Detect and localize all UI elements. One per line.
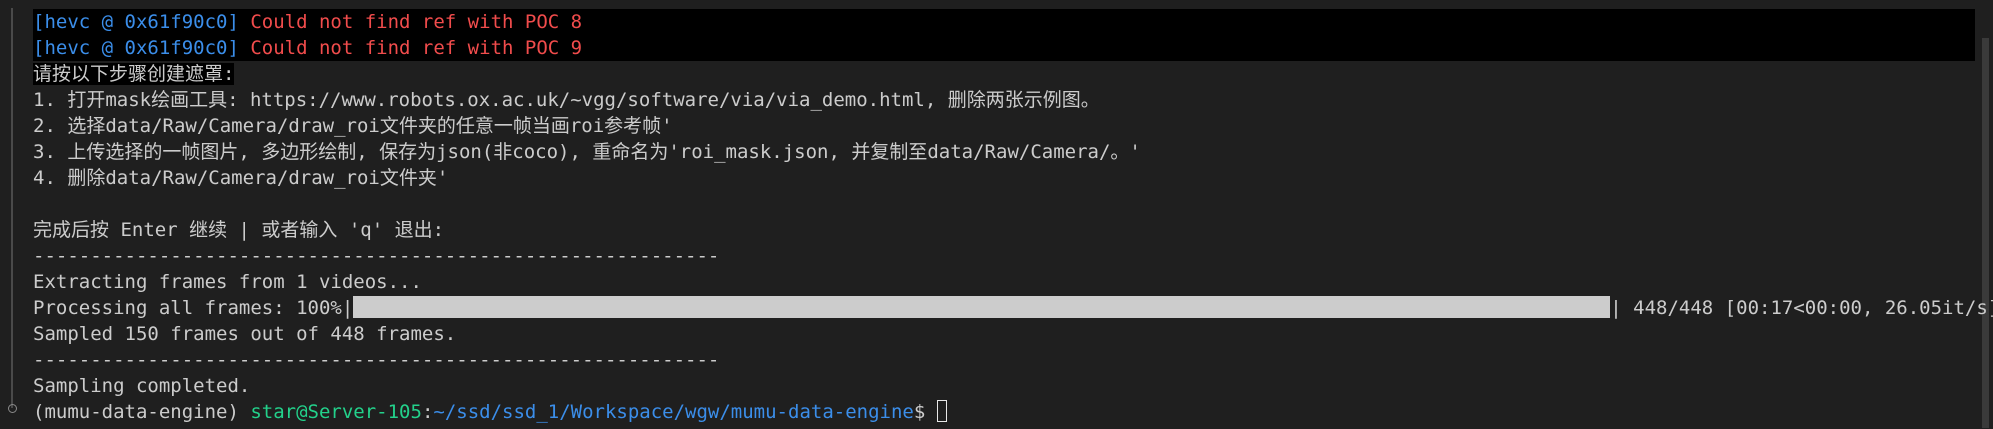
- prompt-path: ~/ssd/ssd_1/Workspace/wgw/mumu-data-engi…: [433, 401, 914, 423]
- prompt-colon: :: [421, 401, 434, 423]
- prompt-env: (mumu-data-engine): [33, 401, 251, 423]
- progress-bar: [353, 295, 1611, 318]
- processing-line: Processing all frames: 100%| | 448/448 [0…: [33, 295, 1993, 321]
- instruction-title: 请按以下步骤创建遮罩:: [33, 61, 1975, 87]
- separator-line: ----------------------------------------…: [33, 245, 720, 267]
- separator-line: ----------------------------------------…: [33, 349, 720, 371]
- error-message: Could not find ref with POC 8: [238, 11, 583, 33]
- text-cursor[interactable]: [936, 399, 947, 422]
- extracting-line: Extracting frames from 1 videos...: [33, 271, 422, 293]
- continue-prompt: 完成后按 Enter 继续 | 或者输入 'q' 退出:: [33, 219, 445, 241]
- progress-bar-fill: [353, 295, 1611, 318]
- error-line-2: [hevc @ 0x61f90c0] Could not find ref wi…: [33, 35, 1975, 61]
- terminal-output[interactable]: [hevc @ 0x61f90c0] Could not find ref wi…: [33, 9, 1993, 425]
- processing-label: Processing all frames: 100%|: [33, 297, 354, 319]
- terminal-gutter-line: [11, 8, 13, 408]
- hevc-prefix: [hevc @ 0x61f90c0]: [33, 11, 239, 33]
- error-message: Could not find ref with POC 9: [238, 37, 583, 59]
- scrollbar-track[interactable]: [1979, 0, 1993, 429]
- hevc-prefix: [hevc @ 0x61f90c0]: [33, 37, 239, 59]
- error-line-1: [hevc @ 0x61f90c0] Could not find ref wi…: [33, 9, 1975, 35]
- instruction-step-2: 2. 选择data/Raw/Camera/draw_roi文件夹的任意一帧当画r…: [33, 115, 673, 137]
- sampled-line: Sampled 150 frames out of 448 frames.: [33, 323, 457, 345]
- instruction-step-4: 4. 删除data/Raw/Camera/draw_roi文件夹': [33, 167, 449, 189]
- processing-stats: | 448/448 [00:17<00:00, 26.05it/s]: [1610, 297, 1993, 319]
- prompt-dollar: $: [913, 401, 937, 423]
- command-status-dot-icon[interactable]: [8, 404, 17, 413]
- scrollbar-thumb[interactable]: [1982, 38, 1989, 428]
- instruction-step-1: 1. 打开mask绘画工具: https://www.robots.ox.ac.…: [33, 89, 1100, 111]
- shell-prompt[interactable]: (mumu-data-engine) star@Server-105:~/ssd…: [33, 399, 1975, 425]
- instruction-step-3: 3. 上传选择的一帧图片, 多边形绘制, 保存为json(非coco), 重命名…: [33, 141, 1141, 163]
- instruction-title-text: 请按以下步骤创建遮罩:: [33, 63, 235, 85]
- completed-line: Sampling completed.: [33, 375, 251, 397]
- prompt-user-host: star@Server-105: [250, 401, 422, 423]
